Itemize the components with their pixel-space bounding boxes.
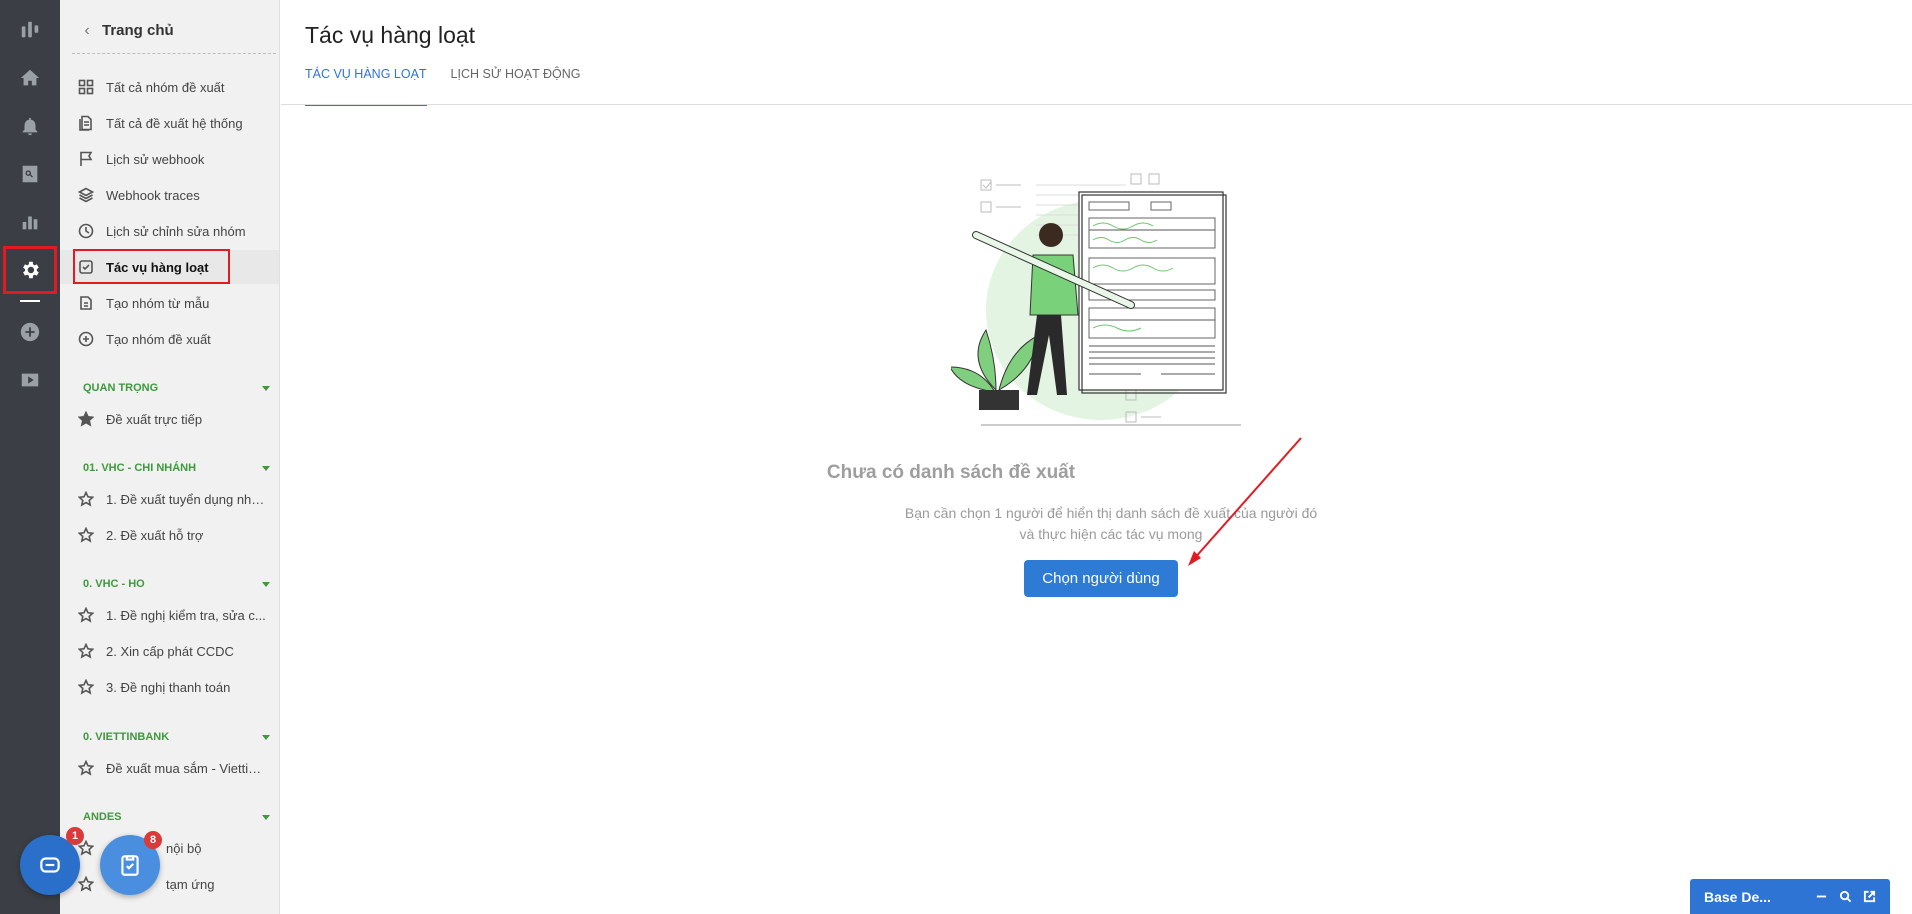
- list-item-label: 1. Đề xuất tuyển dụng nhâ...: [106, 491, 266, 507]
- section-title: 0. VHC - HO: [83, 578, 145, 590]
- tab-bar: TÁC VỤ HÀNG LOẠT LỊCH SỬ HOẠT ĐỘNG: [305, 62, 604, 106]
- clipboard-check-icon: [121, 855, 139, 876]
- section-header[interactable]: 01. VHC - CHI NHÁNH: [83, 458, 270, 478]
- plus-circle-icon: [78, 331, 94, 347]
- star-icon[interactable]: [78, 643, 94, 659]
- star-icon[interactable]: [78, 491, 94, 507]
- sidebar: ‹ Trang chủ Tất cả nhóm đề xuất Tất cả đ…: [60, 0, 280, 914]
- tabs-divider: [281, 104, 1912, 105]
- sidebar-item-label: Tất cả đề xuất hệ thống: [106, 115, 243, 131]
- app-root: ‹ Trang chủ Tất cả nhóm đề xuất Tất cả đ…: [0, 0, 1912, 914]
- section-header[interactable]: 0. VIETTINBANK: [83, 727, 270, 747]
- bell-icon[interactable]: [0, 102, 60, 150]
- list-item[interactable]: nội bộ: [60, 831, 279, 865]
- chat-badge: 1: [66, 827, 84, 845]
- empty-state-description: Bạn cần chọn 1 người để hiển thị danh sá…: [891, 503, 1331, 545]
- list-item-label: 2. Xin cấp phát CCDC: [106, 643, 234, 659]
- caret-down-icon: [262, 581, 270, 587]
- caret-down-icon: [262, 465, 270, 471]
- highlight-box: [73, 249, 230, 284]
- section-title: QUAN TRỌNG: [83, 382, 159, 394]
- list-item[interactable]: 1. Đề xuất tuyển dụng nhâ...: [60, 482, 279, 516]
- star-icon[interactable]: [78, 876, 94, 892]
- copy-icon: [78, 295, 94, 311]
- search-icon[interactable]: [1838, 890, 1852, 904]
- select-user-button[interactable]: Chọn người dùng: [1024, 560, 1178, 597]
- documents-icon: [78, 115, 94, 131]
- caret-down-icon: [262, 814, 270, 820]
- external-link-icon[interactable]: [1862, 890, 1876, 904]
- sidebar-item-all-proposals[interactable]: Tất cả đề xuất hệ thống: [60, 106, 279, 140]
- sidebar-item-all-groups[interactable]: Tất cả nhóm đề xuất: [60, 70, 279, 104]
- layers-icon: [78, 187, 94, 203]
- base-logo-icon[interactable]: [0, 6, 60, 54]
- list-item-label: Đề xuất mua sắm - Viettin...: [106, 760, 266, 776]
- task-badge: 8: [144, 831, 162, 849]
- task-button[interactable]: 8: [100, 831, 162, 895]
- empty-state-title: Chưa có danh sách đề xuất: [826, 462, 1076, 483]
- list-item[interactable]: 2. Đề xuất hỗ trợ: [60, 518, 279, 552]
- section-title: ANDES: [83, 811, 122, 823]
- search-doc-icon[interactable]: [0, 150, 60, 198]
- sidebar-item-create-from-template[interactable]: Tạo nhóm từ mẫu: [60, 286, 279, 320]
- list-item-label: 2. Đề xuất hỗ trợ: [106, 527, 204, 543]
- list-item[interactable]: Đề xuất trực tiếp: [60, 402, 279, 436]
- base-widget-title: Base De...: [1704, 888, 1771, 905]
- minimize-icon[interactable]: [1814, 890, 1828, 904]
- grid-icon: [78, 79, 94, 95]
- sidebar-item-group-edit-history[interactable]: Lịch sử chỉnh sửa nhóm: [60, 214, 279, 248]
- clock-icon: [78, 223, 94, 239]
- plus-circle-icon[interactable]: [0, 308, 60, 356]
- base-desk-widget[interactable]: Base De...: [1690, 879, 1890, 914]
- list-item[interactable]: 1. Đề nghị kiểm tra, sửa c...: [60, 598, 279, 632]
- star-icon[interactable]: [78, 679, 94, 695]
- page-title: Tác vụ hàng loạt: [305, 22, 476, 48]
- sidebar-back-label: Trang chủ: [102, 22, 174, 39]
- home-icon[interactable]: [0, 54, 60, 102]
- tab-bulk-actions[interactable]: TÁC VỤ HÀNG LOẠT: [305, 62, 427, 106]
- tab-activity-history[interactable]: LỊCH SỬ HOẠT ĐỘNG: [451, 62, 581, 106]
- bar-chart-icon[interactable]: [0, 198, 60, 246]
- section-title: 01. VHC - CHI NHÁNH: [83, 462, 197, 474]
- rail-divider: [20, 300, 40, 302]
- sidebar-back[interactable]: ‹ Trang chủ: [72, 8, 276, 54]
- play-icon[interactable]: [0, 356, 60, 404]
- chevron-left-icon: ‹: [84, 21, 90, 39]
- sidebar-item-label: Lịch sử webhook: [106, 151, 205, 167]
- empty-state-line-1: Bạn cần chọn 1 người để hiển thị danh sá…: [904, 505, 1318, 521]
- sidebar-item-label: Webhook traces: [106, 187, 200, 203]
- list-item[interactable]: 3. Đề nghị thanh toán: [60, 670, 279, 704]
- sidebar-item-label: Lịch sử chỉnh sửa nhóm: [106, 223, 246, 239]
- sidebar-item-label: Tạo nhóm từ mẫu: [106, 295, 210, 311]
- star-icon[interactable]: [78, 527, 94, 543]
- section-title: 0. VIETTINBANK: [83, 731, 170, 743]
- empty-state-line-2: và thực hiện các tác vụ mong: [1019, 526, 1203, 542]
- star-icon[interactable]: [78, 607, 94, 623]
- chat-icon: [40, 857, 60, 873]
- sidebar-item-webhook-history[interactable]: Lịch sử webhook: [60, 142, 279, 176]
- list-item-label: Đề xuất trực tiếp: [106, 411, 203, 427]
- section-header[interactable]: QUAN TRỌNG: [83, 378, 270, 398]
- star-filled-icon[interactable]: [78, 411, 94, 427]
- star-icon[interactable]: [78, 760, 94, 776]
- main-content: Tác vụ hàng loạt TÁC VỤ HÀNG LOẠT LỊCH S…: [281, 0, 1912, 914]
- caret-down-icon: [262, 734, 270, 740]
- list-item[interactable]: tạm ứng: [60, 867, 279, 901]
- gear-icon[interactable]: [3, 246, 57, 294]
- list-item-label: 1. Đề nghị kiểm tra, sửa c...: [106, 607, 266, 623]
- sidebar-item-webhook-traces[interactable]: Webhook traces: [60, 178, 279, 212]
- empty-state-illustration: [951, 173, 1241, 426]
- caret-down-icon: [262, 385, 270, 391]
- sidebar-item-create-group[interactable]: Tạo nhóm đề xuất: [60, 322, 279, 356]
- list-item[interactable]: 2. Xin cấp phát CCDC: [60, 634, 279, 668]
- sidebar-item-label: Tạo nhóm đề xuất: [106, 331, 211, 347]
- chat-button[interactable]: 1: [20, 827, 84, 895]
- nav-rail: [0, 0, 60, 914]
- list-item[interactable]: Đề xuất mua sắm - Viettin...: [60, 751, 279, 785]
- list-item-label: 3. Đề nghị thanh toán: [106, 679, 231, 695]
- flag-icon: [78, 151, 94, 167]
- section-header[interactable]: 0. VHC - HO: [83, 574, 270, 594]
- section-header[interactable]: ANDES: [83, 807, 270, 827]
- sidebar-item-label: Tất cả nhóm đề xuất: [106, 79, 225, 95]
